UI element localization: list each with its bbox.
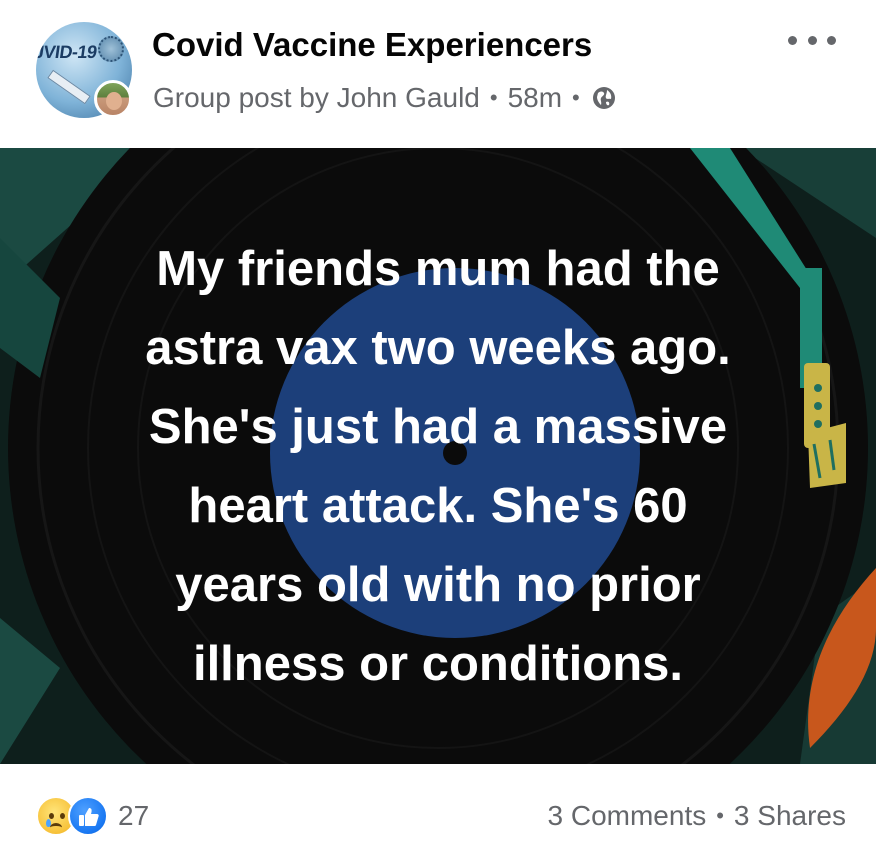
stats-separator: • [716, 803, 724, 828]
image-text-line: illness or conditions. [192, 637, 684, 691]
more-options-icon[interactable] [788, 30, 836, 50]
post-header: JVID-19 Covid Vaccine Experiencers Group… [0, 0, 876, 148]
author-avatar[interactable] [94, 80, 132, 118]
dot [788, 35, 797, 45]
image-text-line: astra vax two weeks ago. [145, 321, 731, 375]
like-reaction-icon [68, 796, 108, 836]
post-meta: Group post by John Gauld • 58m • [153, 82, 616, 114]
post-image-text: My friends mum had the astra vax two wee… [0, 230, 876, 704]
reactions-summary[interactable]: 27 [36, 796, 149, 836]
syringe-icon [47, 69, 91, 105]
image-text-line: My friends mum had the [156, 242, 720, 296]
timestamp-link[interactable]: 58m [508, 82, 562, 114]
post-image[interactable]: My friends mum had the astra vax two wee… [0, 148, 876, 764]
globe-icon[interactable] [592, 86, 616, 110]
author-name-link[interactable]: John Gauld [337, 82, 480, 114]
group-post: JVID-19 Covid Vaccine Experiencers Group… [0, 0, 876, 850]
eye [60, 813, 65, 819]
author-face [106, 92, 122, 110]
meta-separator: • [489, 85, 498, 110]
post-footer: 27 3 Comments • 3 Shares [0, 764, 876, 850]
comments-count-link[interactable]: 3 Comments [548, 800, 707, 832]
reaction-count: 27 [118, 800, 150, 831]
thumbs-up-icon [79, 808, 99, 826]
dot [827, 35, 836, 45]
eye [49, 813, 54, 819]
image-text-line: She's just had a massive [148, 400, 728, 454]
dot [807, 35, 817, 45]
post-stats: 3 Comments • 3 Shares [548, 800, 847, 832]
virus-icon [98, 36, 124, 62]
image-text-line: years old with no prior [175, 558, 701, 612]
meta-separator: • [572, 85, 580, 110]
post-type-label: Group post by [153, 82, 329, 113]
group-name-link[interactable]: Covid Vaccine Experiencers [152, 26, 592, 64]
image-text-line: heart attack. She's 60 [188, 479, 688, 533]
mouth [50, 823, 62, 832]
shares-count-link[interactable]: 3 Shares [734, 800, 846, 832]
group-avatar-logo: JVID-19 [36, 42, 99, 62]
